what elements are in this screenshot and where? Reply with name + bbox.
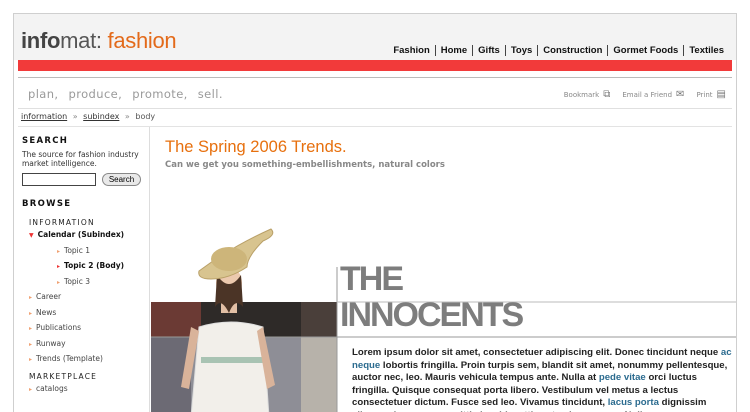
search-heading: SEARCH [22,136,69,146]
bookmark-link[interactable]: Bookmark ⧉ [564,89,611,100]
top-nav: Fashion Home Gifts Toys Construction Gor… [388,45,729,56]
page-frame: infomat: fashion Fashion Home Gifts Toys… [13,13,737,412]
arrow-right-icon: ▸ [29,325,33,332]
breadcrumb-subindex[interactable]: subindex [83,112,119,121]
search-button[interactable]: Search [102,173,141,186]
arrow-right-icon: ▸ [29,385,33,393]
nav-toys[interactable]: Toys [504,45,537,56]
expanded-arrow-icon: ▼ [29,232,34,239]
site-header: infomat: fashion Fashion Home Gifts Toys… [14,14,736,60]
email-friend-link[interactable]: Email a Friend ✉ [622,89,684,100]
body-link-pede-vitae[interactable]: pede vitae [599,372,646,383]
sidebar-item-topic-2[interactable]: ▸ Topic 2 (Body) [18,258,149,274]
news-label: News [36,307,57,317]
tagline-bar: plan, produce, promote, sell. Bookmark ⧉… [18,77,732,109]
main-content: The Spring 2006 Trends. Can we get you s… [150,127,736,412]
sidebar-item-catalogs[interactable]: ▸ catalogs [18,381,149,397]
nav-gifts[interactable]: Gifts [472,45,505,56]
calendar-label: Calendar (Subindex) [37,230,125,239]
model-dress [190,321,270,412]
arrow-right-icon: ▸ [29,294,33,301]
nav-textiles[interactable]: Textiles [683,45,729,56]
topic-3-label: Topic 3 [64,276,91,286]
breadcrumb-separator: » [124,112,130,121]
search-description: The source for fashion industry market i… [22,150,139,168]
email-friend-label: Email a Friend [622,90,673,99]
topic-1-label: Topic 1 [64,245,91,255]
print-label: Print [696,90,713,99]
sidebar-item-runway[interactable]: ▸ Runway [18,336,149,352]
arrow-right-icon: ▸ [57,278,61,286]
information-heading: INFORMATION [29,218,95,227]
arrow-right-icon: ▸ [29,356,33,363]
tagline: plan, produce, promote, sell. [28,87,223,101]
sidebar-item-news[interactable]: ▸ News [18,305,149,321]
printer-icon: ▤ [716,89,726,100]
breadcrumb-separator: » [72,112,78,121]
logo-part-fashion: fashion [107,28,177,53]
marketplace-heading: MARKETPLACE [29,371,98,381]
arrow-right-icon: ▸ [57,263,61,270]
trends-label: Trends (Template) [36,354,103,363]
catalogs-label: catalogs [36,383,68,393]
breadcrumb: information » subindex » body [18,108,732,127]
sidebar-item-topic-3[interactable]: ▸ Topic 3 [18,274,149,290]
breadcrumb-information[interactable]: information [21,112,67,121]
browse-heading: BROWSE [22,199,72,209]
nav-gormet-foods[interactable]: Gormet Foods [607,45,683,56]
print-link[interactable]: Print ▤ [696,89,726,100]
nav-home[interactable]: Home [434,45,472,56]
nav-fashion[interactable]: Fashion [388,45,434,56]
arrow-right-icon: ▸ [29,340,33,348]
page-tools: Bookmark ⧉ Email a Friend ✉ Print ▤ [552,89,726,100]
breadcrumb-current: body [135,112,156,121]
runway-label: Runway [36,338,66,348]
envelope-icon: ✉ [676,89,685,100]
site-logo[interactable]: infomat: fashion [21,28,177,54]
logo-part-info: info [21,28,61,53]
headline-the: THE [340,260,404,298]
page-subtitle: Can we get you something-embellishments,… [165,160,445,170]
topic-2-label: Topic 2 (Body) [64,261,125,270]
sidebar-item-publications[interactable]: ▸ Publications [18,320,149,336]
arrow-right-icon: ▸ [57,247,61,255]
publications-label: Publications [36,323,82,332]
header-red-bar [18,60,732,71]
search-input[interactable] [22,173,96,186]
sidebar-item-trends[interactable]: ▸ Trends (Template) [18,351,149,367]
article-body: Lorem ipsum dolor sit amet, consectetuer… [352,347,732,412]
sidebar-item-career[interactable]: ▸ Career [18,289,149,305]
arrow-right-icon: ▸ [29,309,33,317]
body-link-lacus-porta[interactable]: lacus porta [608,397,659,408]
sidebar-item-topic-1[interactable]: ▸ Topic 1 [18,243,149,259]
career-label: Career [36,292,62,301]
sidebar: SEARCH The source for fashion industry m… [18,127,150,412]
logo-part-mat: mat: [60,28,108,53]
bookmark-icon: ⧉ [603,89,611,100]
headline-innocents: INNOCENTS [340,296,524,334]
nav-construction[interactable]: Construction [537,45,607,56]
bookmark-label: Bookmark [563,90,600,99]
page-title: The Spring 2006 Trends. [165,138,347,156]
body-text-1: Lorem ipsum dolor sit amet, consectetuer… [352,347,721,358]
sidebar-item-calendar[interactable]: ▼ Calendar (Subindex) [18,227,149,243]
